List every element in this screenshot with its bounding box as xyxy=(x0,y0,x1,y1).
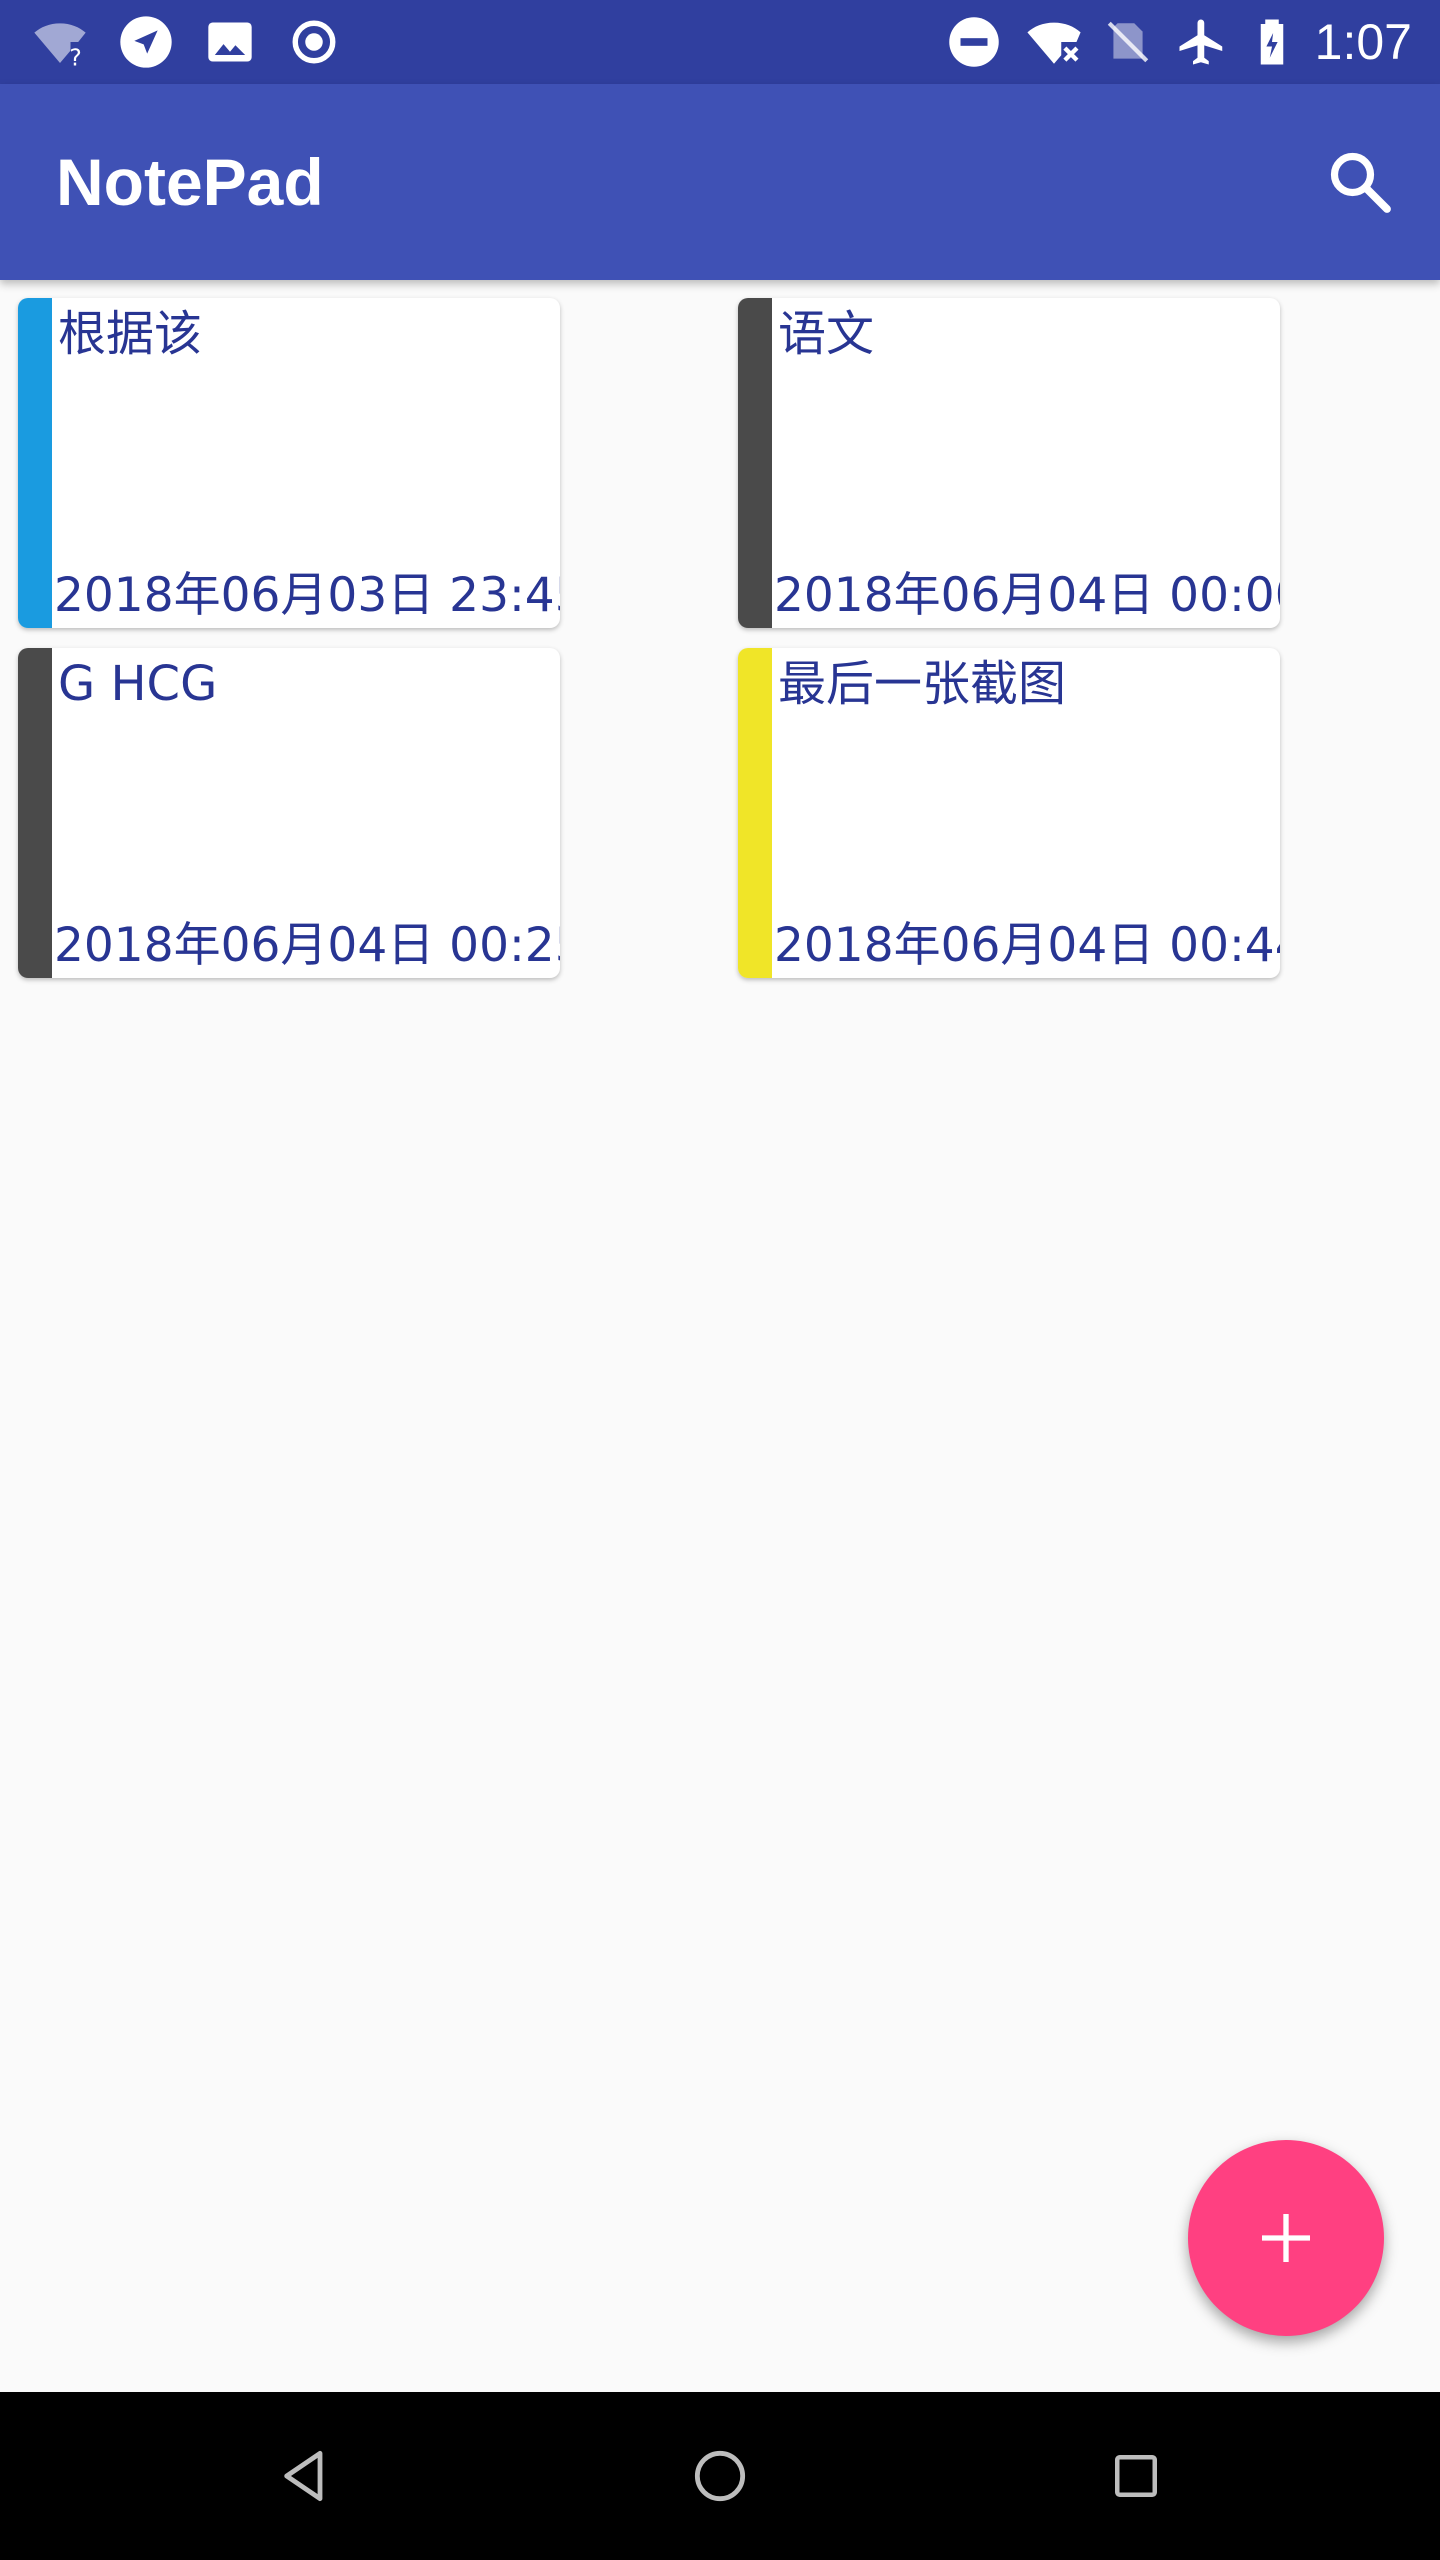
note-card[interactable]: 根据该 2018年06月03日 23:45 xyxy=(18,298,560,628)
note-title: 最后一张截图 xyxy=(778,656,1067,712)
note-date: 2018年06月04日 00:44 xyxy=(774,918,1280,973)
note-color-stripe xyxy=(738,298,772,628)
note-card[interactable]: G HCG 2018年06月04日 00:25 xyxy=(18,648,560,978)
back-icon[interactable] xyxy=(264,2436,344,2516)
note-title: 语文 xyxy=(778,306,875,362)
radio-icon xyxy=(284,12,344,72)
no-sim-icon xyxy=(1098,12,1158,72)
recents-icon[interactable] xyxy=(1096,2436,1176,2516)
svg-text:?: ? xyxy=(69,43,81,70)
wifi-unknown-icon: ? xyxy=(30,12,90,72)
navigation-icon xyxy=(116,12,176,72)
battery-charging-icon xyxy=(1242,12,1302,72)
airplane-icon xyxy=(1172,12,1232,72)
note-color-stripe xyxy=(18,648,52,978)
search-icon[interactable] xyxy=(1320,142,1400,222)
note-date: 2018年06月03日 23:45 xyxy=(54,568,560,623)
screen: ? 1:07 NotePad 根据该 2018年06月03日 23:45 语文 … xyxy=(0,0,1440,2560)
app-bar: NotePad xyxy=(0,84,1440,280)
note-card[interactable]: 最后一张截图 2018年06月04日 00:44 xyxy=(738,648,1280,978)
wifi-off-icon xyxy=(1024,12,1084,72)
image-icon xyxy=(200,12,260,72)
note-title: 根据该 xyxy=(58,306,203,362)
note-color-stripe xyxy=(738,648,772,978)
note-date: 2018年06月04日 00:25 xyxy=(54,918,560,973)
home-icon[interactable] xyxy=(680,2436,760,2516)
note-card[interactable]: 语文 2018年06月04日 00:00 xyxy=(738,298,1280,628)
note-color-stripe xyxy=(18,298,52,628)
app-title: NotePad xyxy=(56,145,324,219)
add-note-button[interactable] xyxy=(1188,2140,1384,2336)
plus-icon xyxy=(1254,2206,1318,2270)
note-date: 2018年06月04日 00:00 xyxy=(774,568,1280,623)
do-not-disturb-icon xyxy=(944,12,1004,72)
status-bar: ? 1:07 xyxy=(0,0,1440,84)
clock-time: 1:07 xyxy=(1314,14,1412,70)
navigation-bar xyxy=(0,2392,1440,2560)
note-title: G HCG xyxy=(58,656,218,712)
